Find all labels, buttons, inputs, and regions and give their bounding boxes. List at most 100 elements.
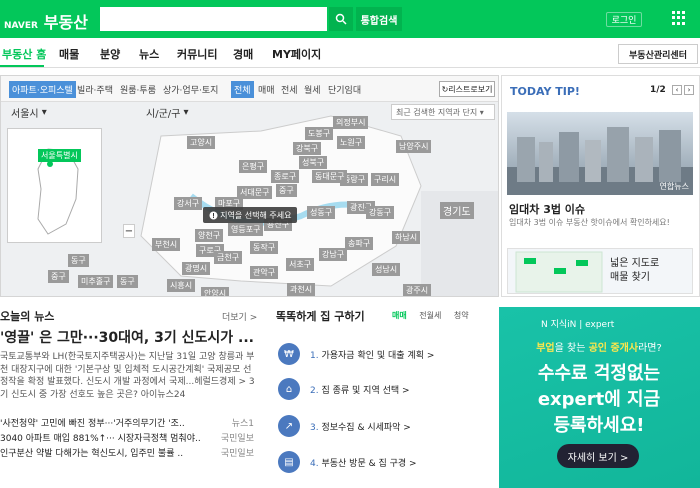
step-number: 1. bbox=[310, 350, 319, 361]
map-panel[interactable]: 아파트·오피스텔 빌라·주택 원룸·투룸 상가·업무·토지 전체 매매 전세 월… bbox=[0, 75, 499, 297]
map-label[interactable]: 성북구 bbox=[299, 156, 328, 169]
tab-rent[interactable]: 전월세 bbox=[419, 311, 441, 320]
guide-step-4[interactable]: ▤ 4. 부동산 방문 & 집 구경 > bbox=[278, 450, 488, 474]
guide-tabs: 매매 전월세 청약 bbox=[392, 310, 479, 321]
map-label[interactable]: 양천구 bbox=[195, 229, 224, 242]
map-label[interactable]: 광명시 bbox=[182, 262, 211, 275]
main-nav: 부동산 홈 매물 분양 뉴스 커뮤니티 경매 MY페이지 부동산관리센터 bbox=[0, 38, 700, 68]
ad-line1-post: 라면? bbox=[638, 343, 662, 354]
map-label[interactable]: 동구 bbox=[68, 254, 89, 267]
map-label[interactable]: 안양시 bbox=[201, 287, 230, 296]
map-label[interactable]: 중구 bbox=[276, 184, 297, 197]
guide-step-3[interactable]: ↗ 3. 정보수집 & 시세파악 > bbox=[278, 414, 488, 438]
integrated-search-button[interactable]: 통합검색 bbox=[356, 7, 402, 31]
map-label[interactable]: 서초구 bbox=[286, 258, 315, 271]
tab-subscription[interactable]: 청약 bbox=[454, 311, 469, 320]
guide-step-1[interactable]: ₩1. 가용자금 확인 및 대출 계획 > bbox=[278, 342, 488, 366]
wide-map-card[interactable]: 넓은 지도로 매물 찾기 bbox=[507, 248, 693, 294]
nav-home[interactable]: 부동산 홈 bbox=[2, 46, 46, 62]
wide-map-text: 넓은 지도로 매물 찾기 bbox=[610, 257, 659, 285]
news-more-link[interactable]: 더보기 > bbox=[222, 310, 257, 323]
map-label[interactable]: 송파구 bbox=[345, 237, 374, 250]
map-label[interactable]: 성동구 bbox=[307, 206, 336, 219]
map-label[interactable]: 남양주시 bbox=[396, 140, 432, 153]
nav-listings[interactable]: 매물 bbox=[59, 46, 79, 62]
prev-arrow-icon[interactable]: ‹ bbox=[672, 85, 682, 95]
news-item-text: 3040 아파트 매입 881%↑··· 시장자극정책 멈춰야.. bbox=[0, 434, 201, 444]
news-list-item[interactable]: 인구분산 약발 다해가는 혁신도시, 입주민 불률 .. 국민일보 bbox=[0, 446, 258, 459]
tab-sale[interactable]: 매매 bbox=[392, 311, 407, 320]
search-button[interactable] bbox=[329, 7, 353, 31]
nav-mypage[interactable]: MY페이지 bbox=[272, 46, 321, 62]
map-label[interactable]: 종로구 bbox=[271, 170, 300, 183]
step-text: 가용자금 확인 및 대출 계획 > bbox=[321, 350, 435, 361]
tip-photo[interactable]: 연합뉴스 bbox=[507, 112, 693, 195]
news-item-source: 국민일보 bbox=[220, 449, 254, 459]
map-label[interactable]: 부천시 bbox=[152, 238, 181, 251]
today-tip-panel: TODAY TIP! 1/2 ‹ › 연합뉴스 임대차 3법 이슈 임대차 3법… bbox=[501, 75, 700, 297]
map-label[interactable]: 은평구 bbox=[239, 160, 268, 173]
map-label[interactable]: 의정부시 bbox=[333, 116, 369, 129]
wide-map-line2: 매물 찾기 bbox=[610, 272, 650, 283]
agent-center-button[interactable]: 부동산관리센터 bbox=[618, 44, 698, 64]
ad-detail-button[interactable]: 자세히 보기 > bbox=[557, 444, 639, 468]
map-zoom-button[interactable]: − bbox=[123, 224, 135, 238]
map-label[interactable]: 성남시 bbox=[372, 263, 401, 276]
map-label[interactable]: 동대문구 bbox=[312, 170, 348, 183]
map-label[interactable]: 노원구 bbox=[337, 136, 366, 149]
step-text: 정보수집 & 시세파악 > bbox=[321, 422, 411, 433]
mini-overview-map[interactable]: 서울특별시 bbox=[7, 128, 102, 243]
map-label[interactable]: 하남시 bbox=[392, 231, 421, 244]
map-label[interactable]: 시흥시 bbox=[167, 279, 196, 292]
naver-logo[interactable]: NAVER 부동산 bbox=[4, 9, 88, 33]
news-body[interactable]: 국토교통부와 LH(한국토지주택공사)는 지난달 31일 고양 창릉과 부천 대… bbox=[0, 351, 258, 413]
map-label[interactable]: 관악구 bbox=[250, 266, 279, 279]
tip-title[interactable]: 임대차 3법 이슈 bbox=[509, 201, 585, 217]
map-label[interactable]: 구리시 bbox=[371, 173, 400, 186]
map-label[interactable]: 금천구 bbox=[214, 251, 243, 264]
apps-grid-icon[interactable] bbox=[672, 11, 686, 25]
ad-line2: 수수료 걱정없는 bbox=[537, 363, 661, 384]
login-button[interactable]: 로그인 bbox=[606, 12, 642, 27]
step-number: 2. bbox=[310, 385, 319, 396]
map-label[interactable]: 강남구 bbox=[319, 248, 348, 261]
map-label[interactable]: 강서구 bbox=[174, 197, 203, 210]
guide-title: 똑똑하게 집 구하기 bbox=[276, 310, 365, 323]
korea-outline bbox=[37, 148, 79, 235]
news-item-text: '사전청약' 고민에 빠진 정부···'거주의무기간 '조.. bbox=[0, 419, 185, 429]
map-label[interactable]: 광주시 bbox=[403, 284, 432, 296]
map-label[interactable]: 미추홀구 bbox=[78, 275, 114, 288]
news-headline[interactable]: '영끌' 은 그만···30대여, 3기 신도시가 ... bbox=[0, 327, 258, 347]
expert-ad-banner[interactable]: N 지식iN | expert 부업을 찾는 공인 중개사라면? 수수료 걱정없… bbox=[499, 307, 700, 488]
tip-page-counter: 1/2 bbox=[650, 85, 666, 95]
naver-wordmark[interactable]: NAVER bbox=[4, 21, 38, 31]
step-text: 부동산 방문 & 집 구경 > bbox=[321, 458, 417, 469]
news-list-item[interactable]: '사전청약' 고민에 빠진 정부···'거주의무기간 '조.. 뉴스1 bbox=[0, 416, 258, 429]
map-label[interactable]: 동구 bbox=[117, 275, 138, 288]
nav-auction[interactable]: 경매 bbox=[233, 46, 253, 62]
guide-step-2[interactable]: ⌂ 2. 집 종류 및 지역 선택 > bbox=[278, 377, 488, 401]
nav-community[interactable]: 커뮤니티 bbox=[177, 46, 217, 62]
nav-presale[interactable]: 분양 bbox=[100, 46, 120, 62]
chart-icon: ↗ bbox=[278, 415, 300, 437]
map-label[interactable]: 영등포구 bbox=[228, 223, 264, 236]
map-label[interactable]: 과천시 bbox=[287, 283, 316, 296]
ad-brand: N 지식iN | expert bbox=[541, 320, 615, 330]
map-label[interactable]: 도봉구 bbox=[305, 127, 334, 140]
map-label[interactable]: 경기도 bbox=[440, 202, 474, 219]
nav-news[interactable]: 뉴스 bbox=[139, 46, 159, 62]
service-name[interactable]: 부동산 bbox=[44, 13, 88, 32]
next-arrow-icon[interactable]: › bbox=[684, 85, 694, 95]
map-label[interactable]: 강동구 bbox=[366, 206, 395, 219]
map-label[interactable]: 동작구 bbox=[250, 241, 279, 254]
news-item-text: 인구분산 약발 다해가는 혁신도시, 입주민 불률 .. bbox=[0, 449, 184, 459]
map-label[interactable]: 고양시 bbox=[187, 136, 216, 149]
news-list-item[interactable]: 3040 아파트 매입 881%↑··· 시장자극정책 멈춰야.. 국민일보 bbox=[0, 431, 258, 444]
info-icon bbox=[209, 211, 218, 219]
top-header: NAVER 부동산 통합검색 로그인 bbox=[0, 0, 700, 38]
map-label[interactable]: 중구 bbox=[48, 270, 69, 283]
ad-highlight: 공인 중개사 bbox=[588, 343, 639, 354]
search-icon bbox=[335, 13, 347, 25]
map-label[interactable]: 강북구 bbox=[293, 142, 322, 155]
search-input[interactable] bbox=[100, 7, 327, 31]
